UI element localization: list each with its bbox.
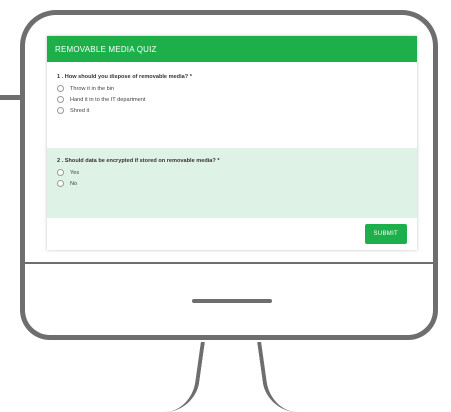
option-label: Yes bbox=[70, 169, 80, 176]
question-1-text: 1 . How should you dispose of removable … bbox=[57, 74, 192, 80]
quiz-title: REMOVABLE MEDIA QUIZ bbox=[47, 36, 417, 62]
radio-icon[interactable] bbox=[57, 180, 64, 187]
quiz-card: REMOVABLE MEDIA QUIZ 1 . How should you … bbox=[47, 36, 417, 250]
option-label: Throw it in the bin bbox=[70, 85, 115, 92]
question-1: 1 . How should you dispose of removable … bbox=[47, 62, 417, 148]
radio-icon[interactable] bbox=[57, 107, 64, 114]
radio-icon[interactable] bbox=[57, 85, 64, 92]
option-shred[interactable]: Shred it bbox=[57, 107, 407, 114]
monitor-stand-right bbox=[257, 342, 297, 412]
option-label: No bbox=[70, 180, 78, 187]
option-no[interactable]: No bbox=[57, 180, 407, 187]
option-label: Shred it bbox=[70, 107, 90, 114]
monitor-chin-bar bbox=[192, 299, 272, 303]
monitor-stand-left bbox=[165, 342, 205, 412]
question-2: 2 . Should data be encrypted if stored o… bbox=[47, 148, 417, 218]
option-yes[interactable]: Yes bbox=[57, 169, 407, 176]
option-label: Hand it in to the IT department bbox=[70, 96, 146, 103]
quiz-footer: SUBMIT bbox=[47, 218, 417, 250]
option-throw-in-bin[interactable]: Throw it in the bin bbox=[57, 85, 407, 92]
option-hand-to-it[interactable]: Hand it in to the IT department bbox=[57, 96, 407, 103]
submit-button[interactable]: SUBMIT bbox=[364, 224, 407, 244]
question-2-text: 2 . Should data be encrypted if stored o… bbox=[57, 158, 220, 164]
radio-icon[interactable] bbox=[57, 96, 64, 103]
radio-icon[interactable] bbox=[57, 169, 64, 176]
